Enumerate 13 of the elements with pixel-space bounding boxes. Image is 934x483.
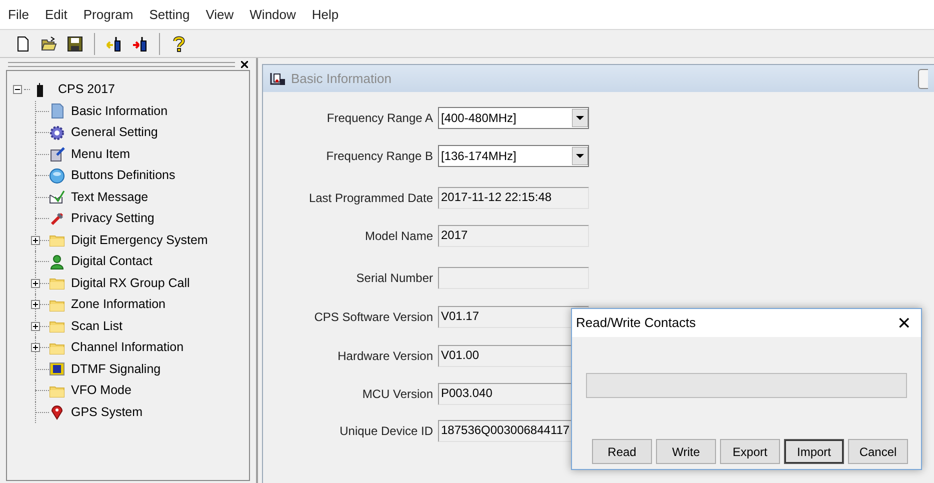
field-label: Frequency Range B bbox=[325, 148, 433, 165]
field-label: Unique Device ID bbox=[338, 423, 433, 440]
field-label: Serial Number bbox=[355, 270, 433, 287]
dialog-title: Read/Write Contacts bbox=[576, 314, 696, 332]
read-only-field: 2017-11-12 22:15:48 bbox=[438, 187, 589, 209]
field-label: CPS Software Version bbox=[313, 309, 433, 326]
field-label: Last Programmed Date bbox=[308, 190, 433, 207]
field-label: Frequency Range A bbox=[326, 110, 433, 127]
field-label: Model Name bbox=[364, 228, 433, 245]
read-only-field: 2017 bbox=[438, 225, 589, 247]
field-label: Hardware Version bbox=[336, 348, 433, 365]
field-label: MCU Version bbox=[361, 386, 433, 403]
panel-title: Basic Information bbox=[291, 70, 392, 88]
